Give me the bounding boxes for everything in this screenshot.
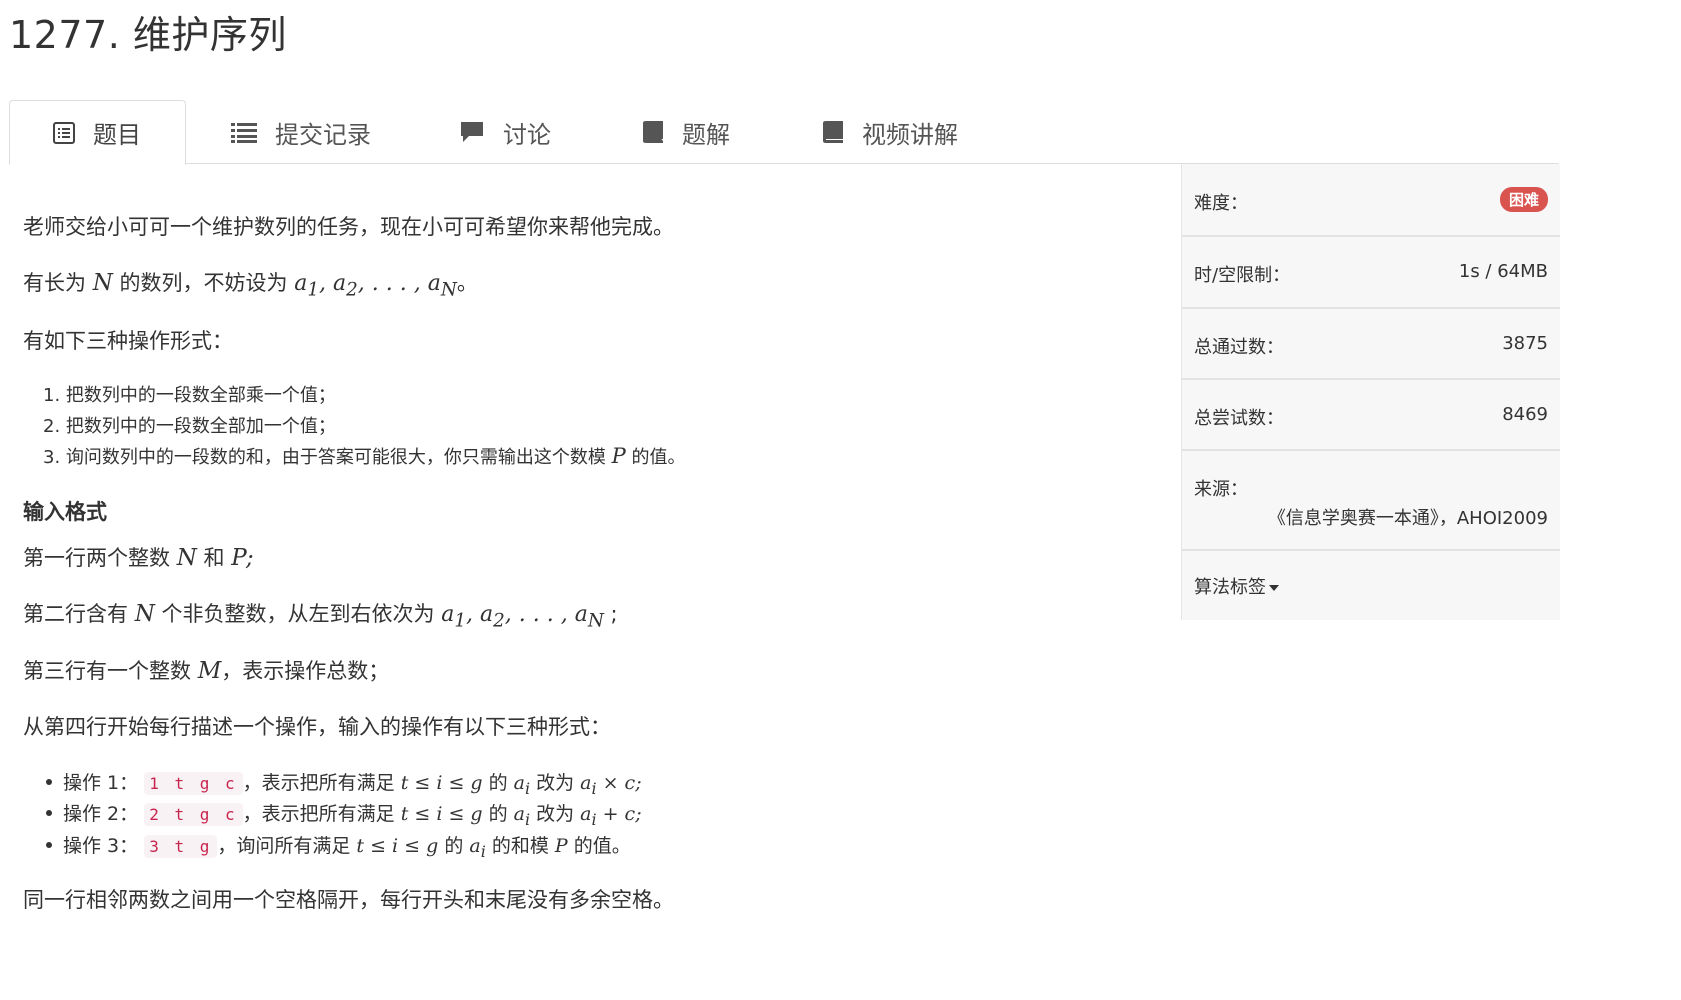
- sequence-description: 有长为 N 的数列，不妨设为 a1, a2, . . . , aN。: [23, 270, 478, 301]
- tab-bar: 题目 提交记录 讨论 题解 视频讲解: [9, 100, 1559, 165]
- problem-info-panel: 难度： 困难 时/空限制： 1s / 64MB 总通过数： 3875 总尝试数：…: [1181, 164, 1560, 620]
- code-snippet: 3 t g: [144, 835, 218, 858]
- list-item: 2. 把数列中的一段数全部加一个值；: [43, 416, 336, 437]
- tab-solutions[interactable]: 题解: [642, 100, 730, 164]
- limit-row: 时/空限制： 1s / 64MB: [1182, 237, 1560, 309]
- list-item: 3. 询问数列中的一段数的和，由于答案可能很大，你只需输出这个数模 P 的值。: [43, 444, 686, 468]
- source-row: 来源： 《信息学奥赛一本通》，AHOI2009: [1182, 451, 1560, 551]
- tab-label: 提交记录: [275, 120, 371, 149]
- list-item: 1. 把数列中的一段数全部乘一个值；: [43, 385, 336, 406]
- list-alt-icon: [53, 121, 75, 144]
- intro-text: 老师交给小可可一个维护数列的任务，现在小可可希望你来帮他完成。: [23, 215, 674, 239]
- difficulty-row: 难度： 困难: [1182, 164, 1560, 237]
- bullet: [46, 779, 52, 785]
- list-icon: [231, 123, 257, 143]
- list-item: 操作 3： 3 t g ，询问所有满足 t ≤ i ≤ g 的 ai 的和模 P …: [63, 835, 631, 861]
- tab-label: 题解: [682, 120, 730, 149]
- input-line-4: 从第四行开始每行描述一个操作，输入的操作有以下三种形式：: [23, 715, 611, 739]
- source-link[interactable]: 《信息学奥赛一本通》，AHOI2009: [1268, 504, 1548, 530]
- math-n: N: [92, 270, 113, 296]
- attempts-row: 总尝试数： 8469: [1182, 380, 1560, 451]
- code-snippet: 2 t g c: [144, 803, 243, 826]
- tab-video[interactable]: 视频讲解: [822, 100, 958, 164]
- comment-icon: [461, 122, 483, 142]
- list-item: 操作 2： 2 t g c ，表示把所有满足 t ≤ i ≤ g 的 ai 改为 …: [63, 803, 642, 829]
- tab-discussion[interactable]: 讨论: [459, 100, 551, 164]
- input-line-3: 第三行有一个整数 M，表示操作总数；: [23, 658, 390, 684]
- tab-label: 讨论: [503, 120, 551, 149]
- caret-down-icon: [1269, 585, 1279, 591]
- bullet: [46, 810, 52, 816]
- input-line-1: 第一行两个整数 N 和 P;: [23, 545, 254, 571]
- book-icon: [823, 121, 843, 143]
- accepted-row: 总通过数： 3875: [1182, 309, 1560, 380]
- algorithm-tags-toggle[interactable]: 算法标签: [1194, 573, 1279, 599]
- list-item: 操作 1： 1 t g c ，表示把所有满足 t ≤ i ≤ g 的 ai 改为 …: [63, 772, 642, 798]
- tab-label: 题目: [93, 121, 141, 149]
- tab-submissions[interactable]: 提交记录: [231, 100, 371, 164]
- input-format-heading: 输入格式: [23, 500, 107, 524]
- input-line-2: 第二行含有 N 个非负整数，从左到右依次为 a1, a2, . . . , aN…: [23, 601, 618, 632]
- separator-note: 同一行相邻两数之间用一个空格隔开，每行开头和末尾没有多余空格。: [23, 888, 674, 912]
- code-snippet: 1 t g c: [144, 772, 243, 795]
- page-title: 1277. 维护序列: [9, 13, 287, 57]
- tab-problem[interactable]: 题目: [9, 100, 186, 165]
- difficulty-badge: 困难: [1499, 187, 1548, 212]
- tab-label: 视频讲解: [862, 120, 958, 149]
- bullet: [46, 842, 52, 848]
- ops-intro: 有如下三种操作形式：: [23, 329, 233, 353]
- book-icon: [643, 121, 663, 143]
- math-sequence: a1, a2, . . . , aN: [294, 271, 457, 301]
